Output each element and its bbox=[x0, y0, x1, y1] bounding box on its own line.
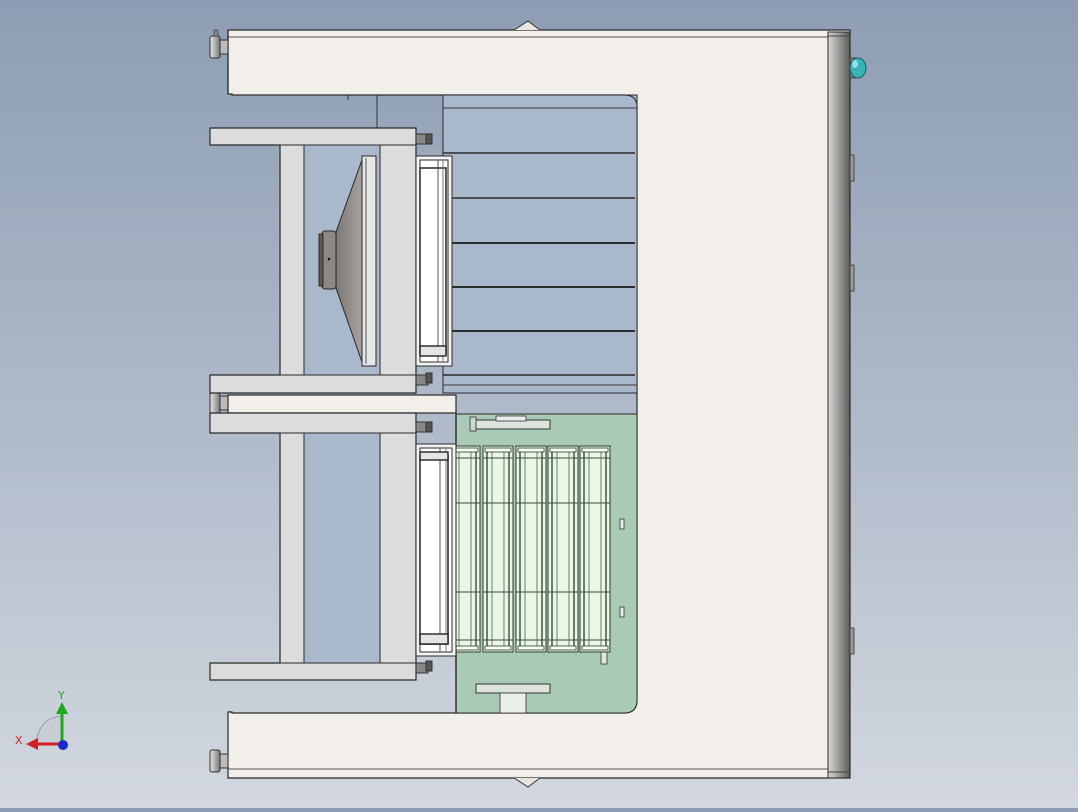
machine-drawing bbox=[209, 20, 867, 788]
cad-viewport[interactable]: Y X bbox=[0, 0, 1078, 808]
foot-top-left bbox=[209, 29, 229, 59]
foot-bottom-left bbox=[209, 749, 229, 773]
upper-door-frame bbox=[415, 155, 453, 367]
foot-middle-left bbox=[209, 392, 229, 414]
right-post bbox=[827, 31, 851, 779]
tray-rack bbox=[449, 445, 611, 653]
tray-3 bbox=[515, 445, 547, 653]
tray-4 bbox=[547, 445, 579, 653]
tray-2 bbox=[482, 445, 514, 653]
lower-door-frame bbox=[415, 443, 457, 657]
tray-5 bbox=[579, 445, 611, 653]
middle-divider bbox=[227, 394, 457, 414]
upper-door-stand[interactable] bbox=[209, 127, 453, 394]
lower-door-stand[interactable] bbox=[209, 412, 457, 681]
indicator-light bbox=[849, 57, 867, 79]
